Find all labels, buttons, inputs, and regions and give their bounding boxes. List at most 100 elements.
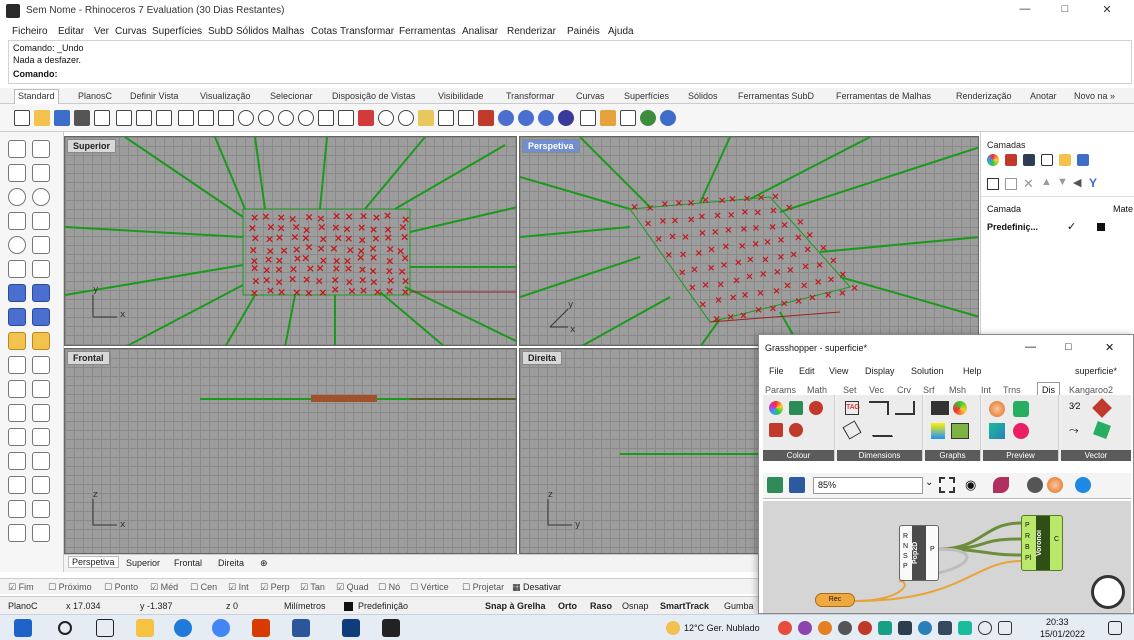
status-osnap[interactable]: Osnap [622, 601, 649, 611]
viewport-perspective[interactable]: Perspetiva × × × × × × × × × × × × × × × × × × × × × × × × × × × × ×… [519, 136, 979, 346]
photos-icon[interactable] [342, 619, 360, 637]
mesh-colour-icon[interactable] [989, 423, 1005, 439]
four-viewports-icon[interactable] [338, 110, 354, 126]
surface-icon[interactable] [8, 260, 26, 278]
tab-rendering[interactable]: Renderização [956, 91, 1012, 101]
tray-app-icon[interactable] [878, 621, 892, 635]
viewport-front[interactable]: Frontal z x [64, 348, 517, 554]
move-down-icon[interactable]: ▼ [1057, 176, 1068, 188]
select-icon[interactable] [378, 110, 394, 126]
tab-new-in[interactable]: Novo na » [1074, 91, 1115, 101]
network-icon[interactable] [978, 621, 992, 635]
tab-display[interactable]: Visualização [200, 91, 250, 101]
ghosted-view-icon[interactable] [558, 110, 574, 126]
zoom-icon[interactable] [238, 110, 254, 126]
gh-menu-file[interactable]: File [769, 366, 784, 376]
polygon-icon[interactable] [8, 236, 26, 254]
new-sublayer-icon[interactable] [1005, 178, 1017, 190]
menu-dimensions[interactable]: Cotas [311, 26, 337, 37]
gh-tab-intersect[interactable]: Int [981, 385, 991, 395]
graph-mapper-icon[interactable] [931, 401, 949, 415]
zoom-window-icon[interactable] [258, 110, 274, 126]
cut-icon[interactable] [116, 110, 132, 126]
box-icon[interactable] [8, 284, 26, 302]
extrude-icon[interactable] [32, 332, 50, 350]
menu-render[interactable]: Renderizar [507, 26, 556, 37]
gh-zoom-field[interactable]: 85% [813, 477, 923, 494]
libraries-tab-icon[interactable] [1059, 154, 1071, 166]
gh-canvas[interactable]: R N S P Pop2D P P R B Pl Voronoi C Rec [763, 501, 1131, 613]
opera-icon[interactable] [858, 621, 872, 635]
rec-component[interactable]: Rec [815, 593, 855, 607]
gh-menu-display[interactable]: Display [865, 366, 895, 376]
tab-set-view[interactable]: Definir Vista [130, 91, 178, 101]
tray-app-icon[interactable] [798, 621, 812, 635]
linear-dimension-icon[interactable] [895, 401, 915, 415]
voronoi-component[interactable]: P R B Pl Voronoi C [1021, 515, 1063, 571]
tag-icon[interactable]: TAG [845, 401, 860, 415]
gh-group-label[interactable]: Vector [1061, 450, 1131, 461]
status-units[interactable]: Milímetros [284, 601, 326, 611]
weather-text[interactable]: 12°C Ger. Nublado [684, 623, 760, 633]
boolean-icon[interactable] [8, 332, 26, 350]
tray-app-icon[interactable] [838, 621, 852, 635]
check-icon[interactable] [32, 476, 50, 494]
menu-panels[interactable]: Painéis [567, 26, 600, 37]
zoom-extents-icon[interactable] [278, 110, 294, 126]
gh-navigation-widget-icon[interactable] [1091, 575, 1125, 609]
tab-curves[interactable]: Curvas [576, 91, 605, 101]
osnap-cen[interactable]: ☐ Cen [190, 582, 217, 593]
paste-icon[interactable] [156, 110, 172, 126]
current-layer-check-icon[interactable]: ✓ [1067, 220, 1076, 233]
osnap-point[interactable]: ☐ Ponto [104, 582, 138, 593]
start-icon[interactable] [14, 619, 32, 637]
clock-time[interactable]: 20:33 [1046, 617, 1069, 627]
options-icon[interactable] [600, 110, 616, 126]
gh-tab-vector[interactable]: Vec [869, 385, 884, 395]
text-icon[interactable] [8, 428, 26, 446]
colour-ball-icon[interactable] [789, 423, 803, 437]
task-view-icon[interactable] [96, 619, 114, 637]
rendered-view-icon[interactable] [518, 110, 534, 126]
command-area[interactable]: Comando: _Undo Nada a desfazer. Comando: [8, 40, 1132, 84]
gh-menu-view[interactable]: View [829, 366, 848, 376]
tray-app-icon[interactable] [898, 621, 912, 635]
join-icon[interactable] [8, 380, 26, 398]
tab-transform[interactable]: Transformar [506, 91, 555, 101]
tab-visibility[interactable]: Visibilidade [438, 91, 483, 101]
edge-icon[interactable] [174, 619, 192, 637]
pop2d-component[interactable]: R N S P Pop2D P [899, 525, 939, 581]
legend-icon[interactable] [931, 423, 945, 439]
search-icon[interactable] [58, 621, 72, 635]
pan-icon[interactable] [198, 110, 214, 126]
osnap-near[interactable]: ☐ Próximo [48, 582, 92, 593]
fillet-icon[interactable] [32, 236, 50, 254]
menu-surfaces[interactable]: Superfícies [152, 26, 202, 37]
car-icon[interactable] [358, 110, 374, 126]
status-gumball[interactable]: Gumba [724, 601, 754, 611]
gh-preview-selected-icon[interactable] [1075, 477, 1091, 493]
gh-menu-help[interactable]: Help [963, 366, 982, 376]
move-icon[interactable] [8, 404, 26, 422]
vptab-perspective[interactable]: Perspetiva [68, 556, 119, 568]
viewport-top[interactable]: Superior × × × × × × × × × × × × × × × × × × × × × × × × × × × × × × ×… [64, 136, 517, 346]
bar-graph-icon[interactable] [951, 423, 969, 439]
gh-tab-sets[interactable]: Set [843, 385, 857, 395]
grasshopper-icon[interactable] [640, 110, 656, 126]
menu-curves[interactable]: Curvas [115, 26, 147, 37]
vptab-right[interactable]: Direita [218, 558, 244, 568]
dimension-icon[interactable] [32, 428, 50, 446]
open-folder-icon[interactable] [34, 110, 50, 126]
vptab-top[interactable]: Superior [126, 558, 160, 568]
sphere-icon[interactable] [32, 284, 50, 302]
pie-chart-icon[interactable] [953, 401, 967, 415]
gh-preview-wire-icon[interactable] [1027, 477, 1043, 493]
grid-array-icon[interactable] [8, 452, 26, 470]
subd-icon[interactable] [32, 308, 50, 326]
tray-app-icon[interactable] [818, 621, 832, 635]
word-icon[interactable] [292, 619, 310, 637]
block-icon[interactable] [32, 452, 50, 470]
osnap-tan[interactable]: ☑ Tan [300, 582, 325, 593]
gh-save-icon[interactable] [789, 477, 805, 493]
tab-solids[interactable]: Sólidos [688, 91, 718, 101]
